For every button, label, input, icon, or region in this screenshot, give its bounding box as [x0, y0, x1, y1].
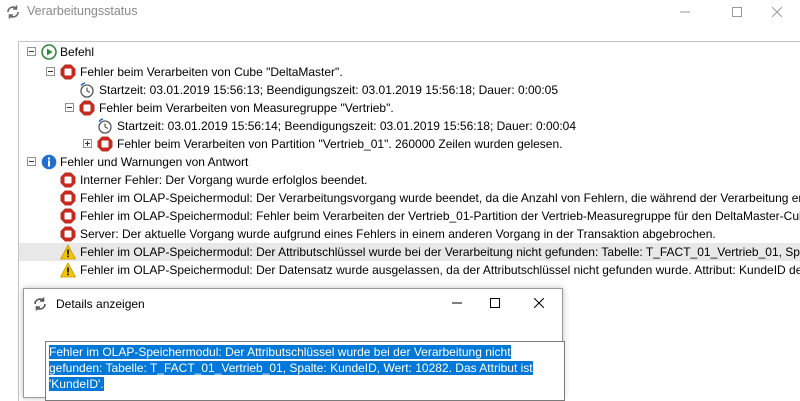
selected-detail-text: Fehler im OLAP-Speichermodul: Der Attrib… [49, 345, 533, 391]
tree-row-measure-error[interactable]: Fehler beim Verarbeiten von Measuregrupp… [19, 99, 800, 117]
error-icon [60, 190, 76, 206]
dialog-maximize-button[interactable] [472, 290, 518, 316]
collapse-toggle[interactable] [27, 47, 36, 56]
error-icon [60, 226, 76, 242]
tree-label: Startzeit: 03.01.2019 15:56:13; Beendigu… [99, 83, 559, 97]
tree-label: Befehl [60, 45, 95, 59]
tree-label: Fehler und Warnungen von Antwort [60, 155, 249, 169]
close-button[interactable] [754, 0, 800, 24]
tree-row-message[interactable]: Interner Fehler: Der Vorgang wurde erfol… [19, 171, 800, 189]
tree-row-message[interactable]: Server: Der aktuelle Vorgang wurde aufgr… [19, 225, 800, 243]
title-bar: Verarbeitungsstatus [0, 0, 800, 24]
dialog-title: Details anzeigen [56, 297, 145, 311]
error-icon [97, 136, 113, 152]
warning-icon [60, 262, 76, 278]
tree-row-message-selected[interactable]: Fehler im OLAP-Speichermodul: Der Attrib… [19, 243, 800, 261]
tree-row-befehl[interactable]: Befehl [19, 43, 800, 61]
error-icon [60, 64, 76, 80]
error-icon [60, 172, 76, 188]
tree-row-cube-time[interactable]: Startzeit: 03.01.2019 15:56:13; Beendigu… [19, 81, 800, 99]
warning-icon [60, 244, 76, 260]
clock-icon [79, 82, 95, 98]
play-icon [41, 44, 57, 60]
tree-label: Fehler im OLAP-Speichermodul: Der Attrib… [80, 245, 800, 259]
collapse-toggle[interactable] [27, 157, 36, 166]
tree-label: Fehler beim Verarbeiten von Cube "DeltaM… [80, 65, 343, 79]
tree-label: Fehler beim Verarbeiten von Measuregrupp… [99, 101, 394, 115]
error-icon [79, 100, 95, 116]
tree-label: Fehler beim Verarbeiten von Partition "V… [117, 137, 563, 151]
tree-label: Server: Der aktuelle Vorgang wurde aufgr… [80, 227, 716, 241]
expand-toggle[interactable] [83, 139, 92, 148]
error-icon [60, 208, 76, 224]
tree-label: Fehler im OLAP-Speichermodul: Der Datens… [80, 263, 800, 277]
tree-label: Fehler im OLAP-Speichermodul: Der Verarb… [80, 191, 800, 205]
tree-row-partition-error[interactable]: Fehler beim Verarbeiten von Partition "V… [19, 135, 800, 153]
tree-label: Startzeit: 03.01.2019 15:56:14; Beendigu… [117, 119, 577, 133]
refresh-icon [5, 4, 21, 20]
tree-row-message[interactable]: Fehler im OLAP-Speichermodul: Der Datens… [19, 261, 800, 279]
tree-row-cube-error[interactable]: Fehler beim Verarbeiten von Cube "DeltaM… [19, 63, 800, 81]
dialog-close-button[interactable] [516, 290, 562, 316]
clock-icon [97, 118, 113, 134]
tree-label: Interner Fehler: Der Vorgang wurde erfol… [80, 173, 368, 187]
minimize-button[interactable] [662, 0, 708, 24]
tree-label: Fehler im OLAP-Speichermodul: Fehler bei… [80, 209, 800, 223]
collapse-toggle[interactable] [65, 103, 74, 112]
details-textbox[interactable]: Fehler im OLAP-Speichermodul: Der Attrib… [45, 341, 565, 401]
tree-row-message[interactable]: Fehler im OLAP-Speichermodul: Fehler bei… [19, 207, 800, 225]
collapse-toggle[interactable] [46, 67, 55, 76]
tree-row-message[interactable]: Fehler im OLAP-Speichermodul: Der Verarb… [19, 189, 800, 207]
info-icon [41, 154, 57, 170]
tree-row-measure-time[interactable]: Startzeit: 03.01.2019 15:56:14; Beendigu… [19, 117, 800, 135]
tree-row-warnings[interactable]: Fehler und Warnungen von Antwort [19, 153, 800, 171]
refresh-icon [32, 296, 48, 312]
window-title: Verarbeitungsstatus [27, 4, 138, 18]
details-dialog[interactable]: Details anzeigen Fehler im OLAP-Speicher… [23, 288, 565, 401]
